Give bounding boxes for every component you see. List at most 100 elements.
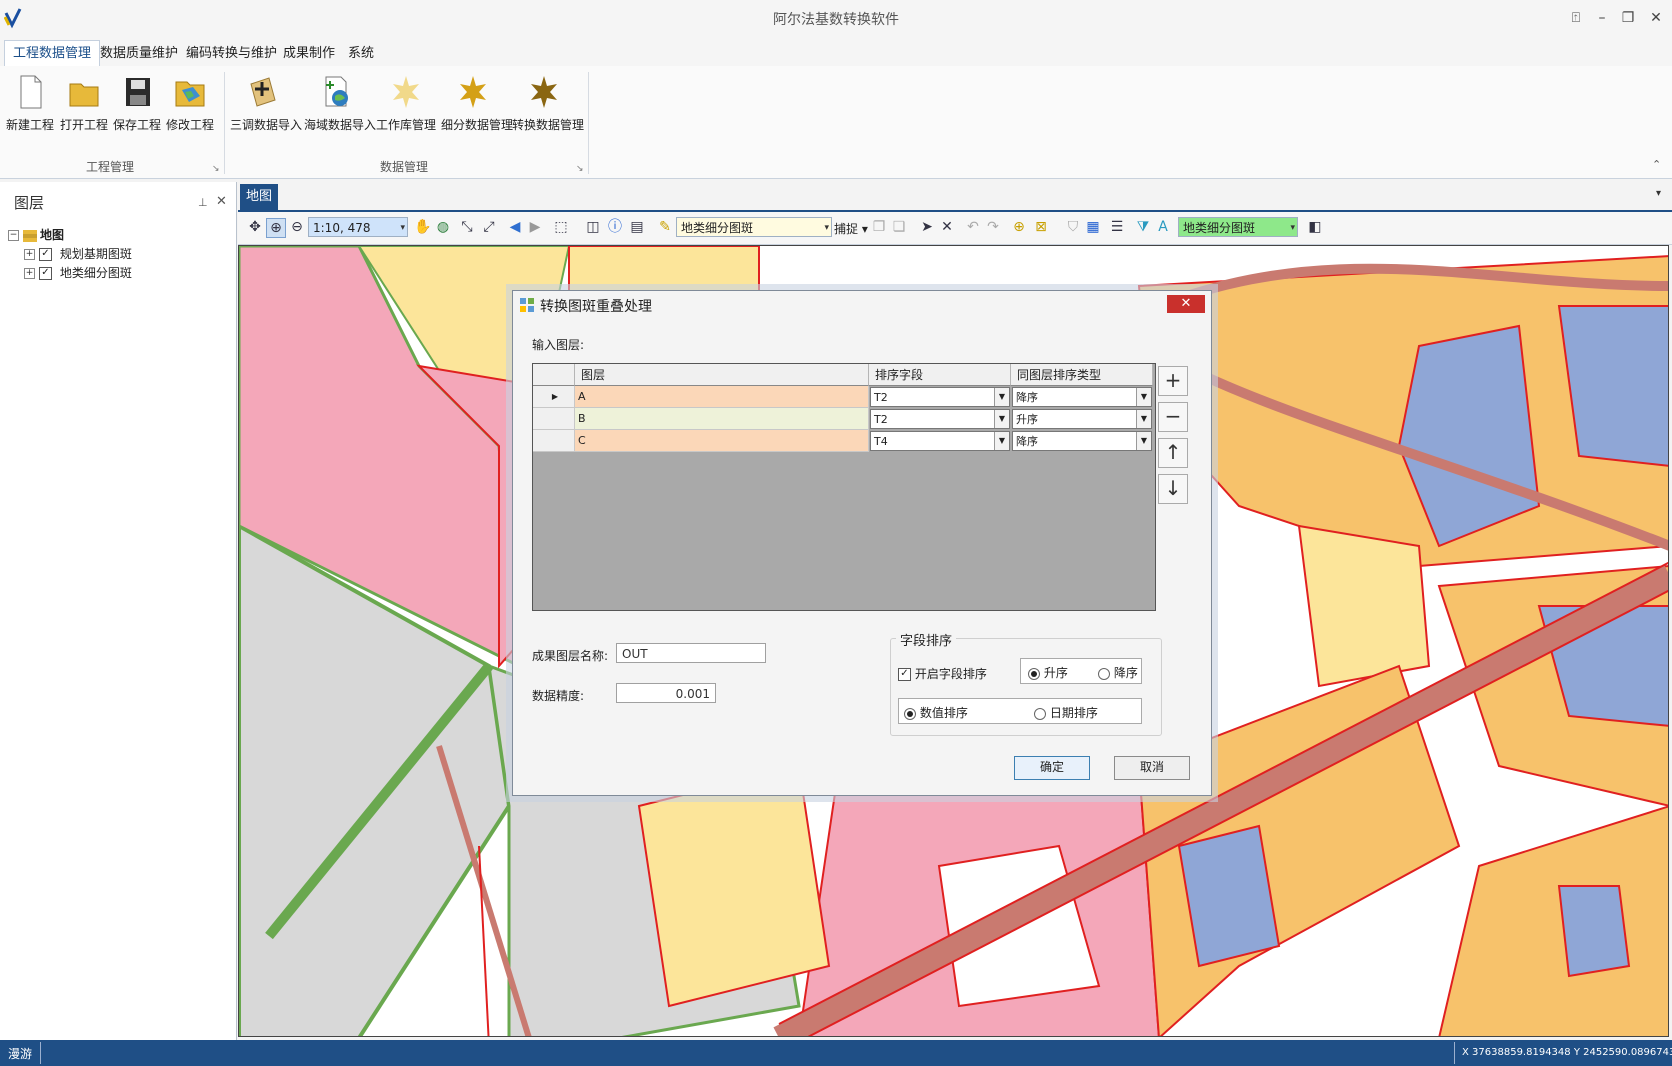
numeric-sort-radio[interactable]: 数值排序	[904, 704, 968, 721]
target-layer-combo[interactable]: 地类细分图斑 ▾	[1178, 217, 1298, 237]
split-icon[interactable]: ⊕	[1010, 218, 1028, 236]
pointer-icon[interactable]: ➤	[918, 218, 936, 236]
subdivision-data-button[interactable]: 细分数据管理	[441, 72, 513, 142]
delete-icon[interactable]: ✕	[938, 218, 956, 236]
radio-off-icon[interactable]	[1098, 667, 1110, 680]
row-selector[interactable]	[533, 430, 575, 452]
remove-row-button[interactable]: −	[1158, 402, 1188, 432]
dropdown-arrow-icon[interactable]: ▼	[994, 388, 1009, 406]
grid-header-layer[interactable]: 图层	[575, 364, 869, 386]
filter-icon[interactable]: ⧩	[1134, 218, 1152, 236]
redo-icon[interactable]: ↷	[984, 218, 1002, 236]
new-project-button[interactable]: 新建工程	[0, 72, 60, 142]
tree-root-map[interactable]: − 地图	[8, 226, 64, 244]
undo-icon[interactable]: ↶	[964, 218, 982, 236]
sort-order-select[interactable]: 降序 ▼	[1012, 431, 1152, 451]
date-sort-radio[interactable]: 日期排序	[1034, 704, 1098, 721]
expand-icon[interactable]: +	[24, 249, 35, 260]
sort-field-select[interactable]: T2 ▼	[870, 387, 1010, 407]
save-project-button[interactable]: 保存工程	[107, 72, 167, 142]
ruler-icon[interactable]: ▤	[628, 218, 646, 236]
tab-data-quality[interactable]: 数据质量维护	[92, 44, 186, 66]
close-panel-icon[interactable]: ✕	[216, 194, 227, 209]
shrink-extent-icon[interactable]: ⤡	[458, 218, 476, 236]
snap-dropdown[interactable]: 捕捉 ▾	[834, 220, 868, 237]
import-sea-data-button[interactable]: 海域数据导入	[304, 72, 376, 142]
select-feature-icon[interactable]: ⬚	[552, 218, 570, 236]
list-icon[interactable]: ☰	[1108, 218, 1126, 236]
merge-icon[interactable]: ⊠	[1032, 218, 1050, 236]
table-icon[interactable]: ▦	[1084, 218, 1102, 236]
radio-off-icon[interactable]	[1034, 707, 1046, 720]
asc-radio[interactable]: 升序	[1028, 664, 1068, 681]
checkbox-checked-icon[interactable]: ✓	[898, 668, 911, 681]
group-expand-icon[interactable]: ↘	[576, 164, 584, 174]
dropdown-arrow-icon[interactable]: ▼	[1136, 432, 1151, 450]
sort-field-select[interactable]: T4 ▼	[870, 431, 1010, 451]
cancel-button[interactable]: 取消	[1114, 756, 1190, 780]
restore-button[interactable]: ❐	[1618, 10, 1638, 28]
tab-map[interactable]: 地图	[240, 184, 278, 210]
dropdown-arrow-icon[interactable]: ▼	[1136, 388, 1151, 406]
result-layer-input[interactable]: OUT	[616, 643, 766, 663]
pan-move-icon[interactable]: ✥	[246, 218, 264, 236]
row-selector[interactable]: ▶	[533, 386, 575, 408]
info-icon[interactable]: ⓘ	[606, 218, 624, 236]
grid-cell-layer[interactable]: B	[575, 408, 869, 430]
modify-project-button[interactable]: 修改工程	[160, 72, 220, 142]
color-swatch-icon[interactable]: ◧	[1306, 218, 1324, 236]
dialog-close-button[interactable]: ✕	[1167, 295, 1205, 313]
tab-output[interactable]: 成果制作	[275, 44, 343, 66]
shield-icon[interactable]: ⛉	[1064, 218, 1082, 236]
layer-combo[interactable]: 地类细分图斑 ▾	[676, 217, 832, 237]
grid-cell-layer[interactable]: A	[575, 386, 869, 408]
minimize-button[interactable]: –	[1592, 10, 1612, 28]
layer-checkbox[interactable]: ✓	[39, 267, 52, 280]
dropdown-arrow-icon[interactable]: ▼	[1136, 410, 1151, 428]
tab-dropdown-icon[interactable]: ▾	[1656, 188, 1661, 199]
collapse-ribbon-icon[interactable]: ⌃	[1652, 158, 1661, 171]
sort-field-select[interactable]: T2 ▼	[870, 409, 1010, 429]
hand-pan-icon[interactable]: ✋	[414, 218, 432, 236]
layer-item[interactable]: + ✓ 地类细分图斑	[24, 264, 132, 282]
label-icon[interactable]: A	[1154, 218, 1172, 236]
tab-system[interactable]: 系统	[340, 44, 382, 66]
radio-on-icon[interactable]	[904, 707, 916, 720]
edit-pencil-icon[interactable]: ✎	[656, 218, 674, 236]
pin-window-icon[interactable]: ⍐	[1566, 10, 1586, 28]
conversion-data-button[interactable]: 转换数据管理	[512, 72, 584, 142]
grid-header-sort-type[interactable]: 同图层排序类型	[1011, 364, 1153, 386]
measure-icon[interactable]: ◫	[584, 218, 602, 236]
ok-button[interactable]: 确定	[1014, 756, 1090, 780]
copy-icon[interactable]: ❐	[870, 218, 888, 236]
desc-radio[interactable]: 降序	[1098, 664, 1138, 681]
work-library-button[interactable]: 工作库管理	[374, 72, 438, 142]
close-window-button[interactable]: ✕	[1646, 10, 1666, 28]
enable-sort-checkbox[interactable]: ✓ 开启字段排序	[898, 665, 987, 682]
pin-icon[interactable]: ⊥	[198, 196, 208, 209]
dropdown-arrow-icon[interactable]: ▼	[994, 410, 1009, 428]
sort-order-select[interactable]: 降序 ▼	[1012, 387, 1152, 407]
grid-header-sort-field[interactable]: 排序字段	[869, 364, 1011, 386]
move-down-button[interactable]: ↓	[1158, 474, 1188, 504]
sort-order-select[interactable]: 升序 ▼	[1012, 409, 1152, 429]
zoom-out-icon[interactable]: ⊖	[288, 218, 306, 236]
layer-item[interactable]: + ✓ 规划基期图斑	[24, 245, 132, 263]
scale-combo[interactable]: 1:10, 478 ▾	[308, 217, 408, 237]
back-arrow-icon[interactable]: ◀	[506, 218, 524, 236]
import-survey-data-button[interactable]: 三调数据导入	[230, 72, 302, 142]
precision-input[interactable]: 0.001	[616, 683, 716, 703]
move-up-button[interactable]: ↑	[1158, 438, 1188, 468]
collapse-icon[interactable]: −	[8, 230, 19, 241]
group-expand-icon[interactable]: ↘	[212, 164, 220, 174]
dropdown-arrow-icon[interactable]: ▼	[994, 432, 1009, 450]
row-selector[interactable]	[533, 408, 575, 430]
zoom-in-icon[interactable]: ⊕	[266, 218, 286, 238]
add-row-button[interactable]: +	[1158, 366, 1188, 396]
expand-extent-icon[interactable]: ⤢	[480, 218, 498, 236]
tab-code-conversion[interactable]: 编码转换与维护	[178, 44, 285, 66]
open-project-button[interactable]: 打开工程	[54, 72, 114, 142]
paste-icon[interactable]: ❏	[890, 218, 908, 236]
expand-icon[interactable]: +	[24, 268, 35, 279]
radio-on-icon[interactable]	[1028, 667, 1040, 680]
